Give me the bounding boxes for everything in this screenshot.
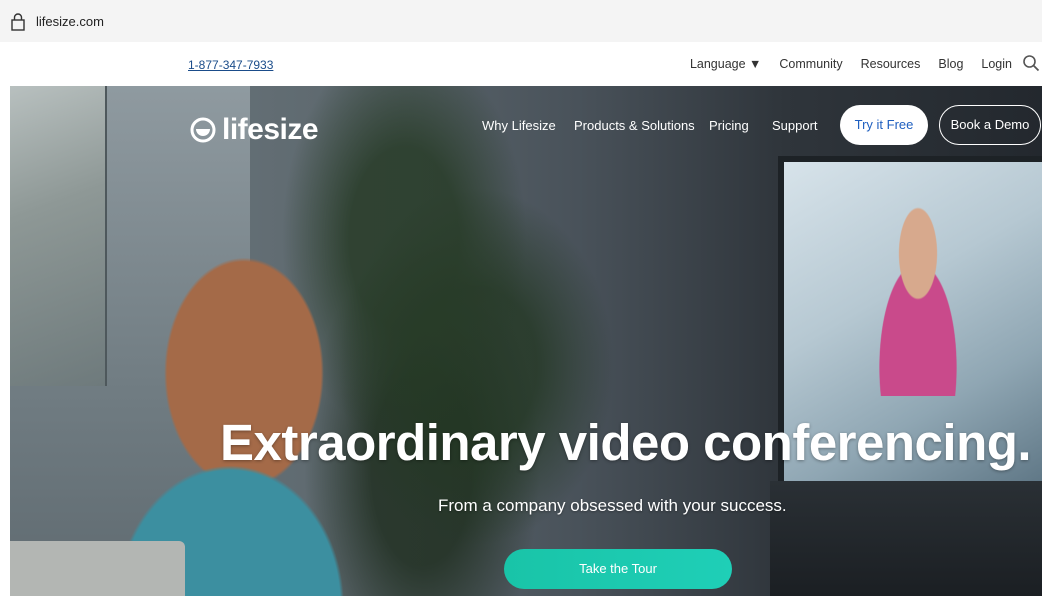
hero-image: [10, 86, 1042, 596]
nav-products-solutions[interactable]: Products & Solutions: [574, 118, 695, 133]
search-icon[interactable]: [1022, 54, 1040, 72]
lifesize-logo-mark: [190, 117, 216, 143]
lifesize-logo[interactable]: lifesize: [190, 113, 319, 147]
hero-headline: Extraordinary video conferencing.: [220, 414, 1032, 471]
nav-support[interactable]: Support: [772, 118, 818, 133]
login-link[interactable]: Login: [981, 57, 1012, 71]
address-url[interactable]: lifesize.com: [36, 14, 104, 29]
hero-laptop: [10, 541, 185, 596]
hero-wall-art: [10, 86, 107, 386]
hero-monitor-base: [770, 481, 1042, 596]
book-demo-button[interactable]: Book a Demo: [939, 105, 1041, 145]
lock-icon: [11, 13, 25, 31]
language-menu[interactable]: Language ▼: [690, 57, 761, 71]
logo-text: lifesize: [222, 113, 319, 146]
phone-link[interactable]: 1-877-347-7933: [188, 58, 273, 72]
take-tour-button[interactable]: Take the Tour: [504, 549, 732, 589]
browser-address-bar: lifesize.com: [0, 0, 1042, 42]
utility-links: Language ▼ Community Resources Blog Logi…: [672, 57, 1012, 71]
nav-why-lifesize[interactable]: Why Lifesize: [482, 118, 556, 133]
hero-subhead: From a company obsessed with your succes…: [438, 496, 787, 515]
blog-link[interactable]: Blog: [938, 57, 963, 71]
hero-remote-participant: [858, 206, 978, 396]
resources-link[interactable]: Resources: [861, 57, 921, 71]
try-free-button[interactable]: Try it Free: [840, 105, 928, 145]
utility-bar: 1-877-347-7933 Language ▼ Community Reso…: [0, 42, 1042, 86]
community-link[interactable]: Community: [779, 57, 842, 71]
nav-pricing[interactable]: Pricing: [709, 118, 749, 133]
